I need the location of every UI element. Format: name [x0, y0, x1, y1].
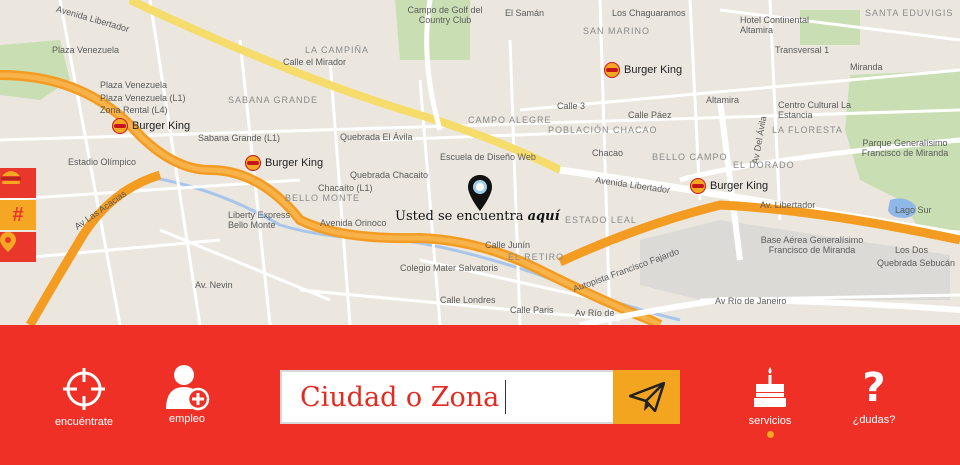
road-label: Avenida Orinoco [320, 218, 387, 228]
place-label: Los Dos [895, 245, 929, 255]
burger-filter-tab[interactable] [0, 168, 36, 198]
area-label: ESTADO LEAL [565, 215, 637, 225]
jobs-button[interactable]: empleo [157, 363, 217, 425]
marker-label: Burger King [132, 120, 191, 132]
services-label: servicios [748, 415, 792, 427]
road-label: Av. Nevin [195, 280, 233, 290]
place-label: Campo de Golf del Country Club [407, 5, 483, 25]
search-input-text[interactable]: Ciudad o Zona [282, 382, 499, 413]
location-pin-icon [0, 232, 16, 252]
burger-king-marker[interactable]: Burger King [604, 62, 682, 78]
place-label: Estadio Olímpico [68, 157, 137, 167]
burger-king-logo-icon [604, 62, 620, 78]
marker-label: Burger King [265, 157, 324, 169]
place-label: Plaza Venezuela (L1) [100, 93, 186, 103]
road-label: Calle Junín [485, 240, 531, 250]
hash-icon: # [12, 203, 24, 226]
place-label: Sabana Grande (L1) [198, 133, 281, 143]
place-label: Altamira [706, 95, 740, 105]
location-label-text: Usted se encuentra [395, 209, 524, 224]
road-label: Av. Libertador [760, 200, 816, 210]
help-label: ¿dudas? [852, 414, 896, 426]
jobs-label: empleo [168, 413, 206, 425]
question-mark-icon: ? [862, 365, 886, 411]
services-button[interactable]: servicios [745, 365, 795, 427]
area-label: LA CAMPIÑA [305, 45, 370, 55]
area-label: LA FLORESTA [772, 125, 843, 135]
location-tab[interactable] [0, 232, 36, 262]
place-label: Liberty Express Bello Monte [228, 210, 291, 230]
area-label: EL DORADO [733, 160, 795, 170]
road-label: Quebrada Chacaito [350, 170, 429, 180]
area-label: POBLACIÓN CHACAO [548, 125, 658, 135]
road-label: Av Río de [575, 308, 615, 318]
road-label: Calle el Mirador [283, 57, 347, 67]
road-label: Transversal 1 [775, 45, 830, 55]
area-label: BELLO MONTE [285, 193, 361, 203]
search-submit-button[interactable] [613, 370, 680, 424]
road-label: Calle 3 [557, 101, 586, 111]
place-label: Miranda [850, 62, 883, 72]
place-label: El Samán [505, 8, 545, 18]
place-label: Colegio Mater Salvatoris [400, 263, 499, 273]
place-label: Base Aérea Generalísimo Francisco de Mir… [760, 235, 864, 255]
place-label: Plaza Venezuela [100, 80, 168, 90]
place-label: Escuela de Diseño Web [440, 152, 536, 162]
locate-me-label: encuéntrate [54, 416, 114, 428]
place-label: Zona Rental (L4) [100, 105, 168, 115]
area-label: SAN MARINO [583, 26, 651, 36]
place-label: Chacaíto (L1) [318, 183, 373, 193]
search-input[interactable]: Ciudad o Zona [280, 370, 615, 424]
burger-king-marker[interactable]: Burger King [245, 155, 323, 171]
map-view[interactable]: LA CAMPIÑA SABANA GRANDE CAMPO ALEGRE PO… [0, 0, 960, 325]
locate-me-button[interactable]: encuéntrate [48, 368, 120, 428]
place-label: Lago Sur [895, 205, 932, 215]
area-label: BELLO CAMPO [652, 152, 728, 162]
area-label: SANTA EDUVIGIS [865, 8, 954, 18]
location-label-emphasis: aquí [527, 209, 560, 224]
place-label: Centro Cultural La Estancia [778, 100, 852, 120]
help-button[interactable]: ? ¿dudas? [846, 368, 902, 426]
burger-king-marker[interactable]: Burger King [690, 178, 768, 194]
place-label: Chacao [592, 148, 624, 158]
road-label: Av Río de Janeiro [715, 296, 787, 306]
road-label: Calle Londres [440, 295, 496, 305]
text-caret [505, 380, 507, 414]
burger-king-logo-icon [112, 118, 128, 134]
paper-plane-icon [628, 382, 665, 412]
road-label: Calle Páez [628, 110, 672, 120]
location-label: Usted se encuentra aquí [395, 209, 560, 224]
marker-label: Burger King [624, 64, 683, 76]
place-label: Quebrada Sebucán [877, 258, 956, 268]
area-label: EL RETIRO [508, 252, 565, 262]
place-label: Parque Generalísimo Francisco de Miranda [861, 138, 949, 158]
area-label: SABANA GRANDE [228, 95, 319, 105]
road-label: Quebrada El Ávila [340, 132, 413, 142]
burger-king-logo-icon [245, 155, 261, 171]
marker-label: Burger King [710, 180, 769, 192]
place-label: Los Chaguaramos [612, 8, 686, 18]
area-label: CAMPO ALEGRE [468, 115, 552, 125]
birthday-cake-icon [754, 367, 786, 407]
burger-king-marker[interactable]: Burger King [112, 118, 190, 134]
crosshair-icon [63, 368, 105, 410]
burger-icon [1, 171, 21, 184]
hashtag-tab[interactable]: # [0, 200, 36, 230]
place-label: Hotel Continental Altamira [740, 15, 810, 35]
place-label: Plaza Venezuela [52, 45, 120, 55]
add-user-icon [166, 365, 210, 411]
active-indicator [767, 431, 774, 438]
road-label: Calle Paris [510, 305, 554, 315]
burger-king-logo-icon [690, 178, 706, 194]
